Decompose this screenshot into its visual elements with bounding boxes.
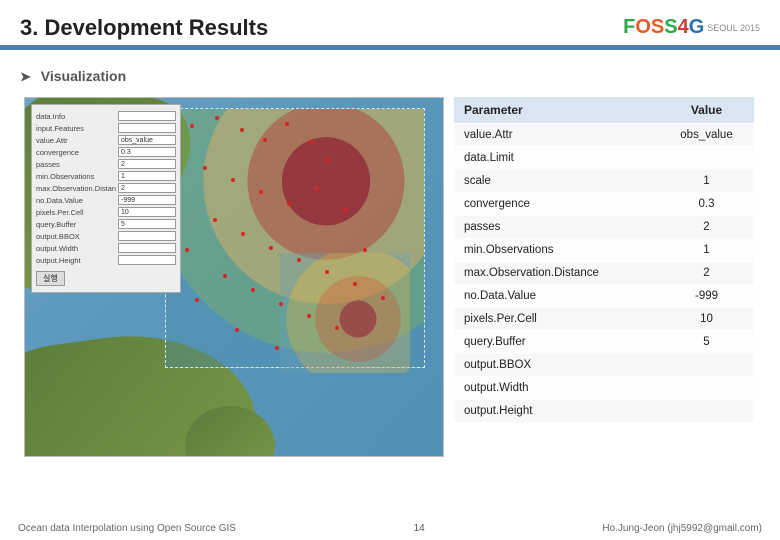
footer-left: Ocean data Interpolation using Open Sour… bbox=[18, 523, 236, 534]
panel-label: max.Observation.Distance bbox=[36, 184, 116, 193]
panel-label: output.Width bbox=[36, 244, 116, 253]
panel-label: min.Observations bbox=[36, 172, 116, 181]
table-header-param: Parameter bbox=[454, 97, 659, 124]
table-row: query.Buffer5 bbox=[454, 331, 754, 354]
panel-field[interactable] bbox=[118, 231, 176, 241]
panel-label: convergence bbox=[36, 148, 116, 157]
panel-label: output.Height bbox=[36, 256, 116, 265]
arrow-icon: ➤ bbox=[20, 69, 31, 84]
panel-label: output.BBOX bbox=[36, 232, 116, 241]
panel-label: input.Features bbox=[36, 124, 116, 133]
panel-label: no.Data.Value bbox=[36, 196, 116, 205]
panel-field[interactable] bbox=[118, 255, 176, 265]
heatmap-overlay bbox=[280, 253, 410, 373]
panel-label: query.Buffer bbox=[36, 220, 116, 229]
table-row: scale1 bbox=[454, 170, 754, 193]
panel-field[interactable]: 1 bbox=[118, 171, 176, 181]
panel-field[interactable] bbox=[118, 111, 176, 121]
table-row: no.Data.Value-999 bbox=[454, 285, 754, 308]
table-row: output.Height bbox=[454, 400, 754, 423]
panel-field[interactable]: 10 bbox=[118, 207, 176, 217]
panel-field[interactable]: 5 bbox=[118, 219, 176, 229]
panel-field[interactable]: 0.3 bbox=[118, 147, 176, 157]
panel-label: passes bbox=[36, 160, 116, 169]
panel-field[interactable]: 2 bbox=[118, 183, 176, 193]
control-panel: data.Info input.Features value.Attrobs_v… bbox=[31, 104, 181, 293]
table-row: pixels.Per.Cell10 bbox=[454, 308, 754, 331]
table-row: value.Attrobs_value bbox=[454, 124, 754, 147]
table-row: output.BBOX bbox=[454, 354, 754, 377]
footer: Ocean data Interpolation using Open Sour… bbox=[0, 523, 780, 534]
logo-text: FOSS4G bbox=[623, 16, 704, 39]
map-visualization[interactable]: data.Info input.Features value.Attrobs_v… bbox=[24, 97, 444, 457]
page-title: 3. Development Results bbox=[20, 15, 268, 41]
panel-label: data.Info bbox=[36, 112, 116, 121]
panel-field[interactable] bbox=[118, 123, 176, 133]
table-row: data.Limit bbox=[454, 147, 754, 170]
table-row: min.Observations1 bbox=[454, 239, 754, 262]
panel-field[interactable]: -999 bbox=[118, 195, 176, 205]
section-heading: ➤ Visualization bbox=[0, 50, 780, 91]
parameter-table: Parameter Value value.Attrobs_value data… bbox=[454, 97, 754, 422]
run-button[interactable]: 실행 bbox=[36, 271, 65, 286]
panel-field[interactable]: obs_value bbox=[118, 135, 176, 145]
table-header-value: Value bbox=[659, 97, 754, 124]
panel-field[interactable]: 2 bbox=[118, 159, 176, 169]
table-row: max.Observation.Distance2 bbox=[454, 262, 754, 285]
section-label: Visualization bbox=[41, 68, 126, 84]
page-number: 14 bbox=[414, 523, 425, 534]
table-row: passes2 bbox=[454, 216, 754, 239]
footer-right: Ho.Jung-Jeon (jhj5992@gmail.com) bbox=[602, 523, 762, 534]
table-row: convergence0.3 bbox=[454, 193, 754, 216]
header: 3. Development Results FOSS4G SEOUL 2015 bbox=[0, 0, 780, 50]
panel-field[interactable] bbox=[118, 243, 176, 253]
logo-sub: SEOUL 2015 bbox=[707, 23, 760, 33]
logo: FOSS4G SEOUL 2015 bbox=[623, 16, 760, 39]
table-row: output.Width bbox=[454, 377, 754, 400]
panel-label: pixels.Per.Cell bbox=[36, 208, 116, 217]
content: data.Info input.Features value.Attrobs_v… bbox=[0, 91, 780, 457]
panel-label: value.Attr bbox=[36, 136, 116, 145]
